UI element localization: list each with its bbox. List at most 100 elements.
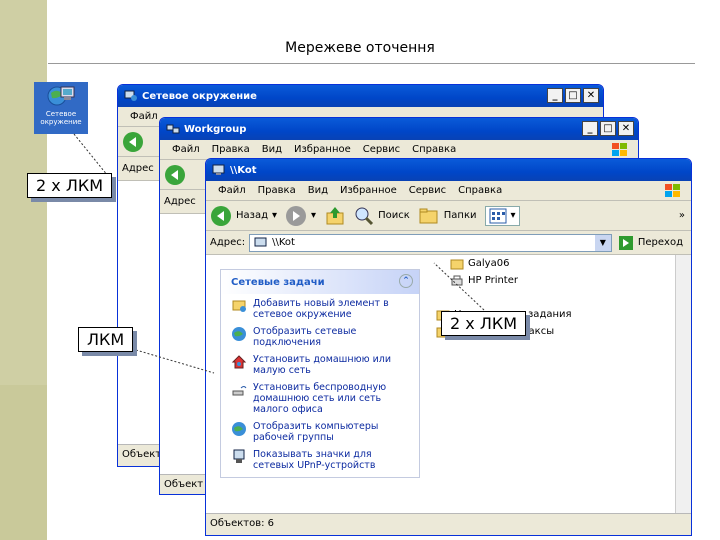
workgroup-icon <box>166 124 180 134</box>
menu-view[interactable]: Вид <box>302 185 334 196</box>
toolbar: Назад ▾ ▾ Поиск Папки ▾ » <box>206 201 691 231</box>
window-controls: _ □ ✕ <box>547 88 599 103</box>
minimize-button[interactable]: _ <box>582 121 598 136</box>
status-text: Объект <box>164 479 204 490</box>
computer-icon <box>212 164 225 175</box>
address-bar: Адрес: \\Kot ▼ Переход <box>206 231 691 255</box>
status-bar: Объектов: 6 <box>206 513 691 533</box>
callout-double-click-kot: 2 х ЛКМ <box>441 311 527 336</box>
list-item[interactable]: Galya06 <box>436 255 572 272</box>
item-label: HP Printer <box>468 275 518 286</box>
up-folder-icon <box>326 206 344 224</box>
chevron-down-icon: ▾ <box>272 210 278 221</box>
wireless-network-icon <box>232 386 247 396</box>
menu-help[interactable]: Справка <box>452 185 508 196</box>
address-label: Адрес <box>164 196 196 207</box>
back-button[interactable]: Назад ▾ <box>210 205 277 227</box>
status-text: Объектов: 6 <box>210 518 275 529</box>
task-item[interactable]: Добавить новый элемент в сетевое окружен… <box>221 294 419 322</box>
task-item[interactable]: Установить домашнюю или малую сеть <box>221 350 419 378</box>
up-folder-button[interactable] <box>324 205 346 227</box>
menu-tools[interactable]: Сервис <box>357 144 406 155</box>
menu-edit[interactable]: Правка <box>206 144 256 155</box>
task-item[interactable]: Отобразить компьютеры рабочей группы <box>221 417 419 445</box>
item-label: Galya06 <box>468 258 510 269</box>
vertical-scrollbar[interactable] <box>675 255 691 513</box>
menu-edit[interactable]: Правка <box>252 185 302 196</box>
back-arrow-icon[interactable] <box>164 164 186 186</box>
close-button[interactable]: ✕ <box>583 88 599 103</box>
slide-left-bar-bottom <box>0 385 47 540</box>
search-icon <box>355 207 374 225</box>
printer-icon <box>451 275 463 285</box>
windows-logo-icon <box>665 184 680 197</box>
task-item[interactable]: Показывать значки для сетевых UPnP-устро… <box>221 445 419 477</box>
network-icon <box>124 90 137 101</box>
views-button[interactable]: ▾ <box>484 205 520 226</box>
window-title: Сетевое окружение <box>142 90 257 102</box>
task-label: Установить домашнюю или малую сеть <box>253 354 392 376</box>
list-item[interactable]: HP Printer <box>436 272 572 289</box>
task-label: Отобразить сетевые подключения <box>253 326 357 348</box>
task-item[interactable]: Отобразить сетевые подключения <box>221 322 419 350</box>
toolbar-overflow-icon[interactable]: » <box>679 210 685 221</box>
status-text: Объект <box>122 449 162 460</box>
desktop-icon-label: Сетевое окружение <box>40 110 82 126</box>
window-titlebar[interactable]: Workgroup _ □ ✕ <box>160 118 638 140</box>
forward-arrow-icon <box>286 205 307 226</box>
address-label: Адрес: <box>210 237 246 248</box>
slide-title: Мережеве оточення <box>285 40 435 56</box>
back-arrow-icon[interactable] <box>122 131 144 153</box>
menu-view[interactable]: Вид <box>256 144 288 155</box>
address-dropdown-button[interactable]: ▼ <box>594 234 611 251</box>
menu-tools[interactable]: Сервис <box>403 185 452 196</box>
network-places-icon <box>47 86 75 106</box>
go-button[interactable]: Переход <box>618 235 683 251</box>
task-label: Отобразить компьютеры рабочей группы <box>253 421 379 443</box>
back-arrow-icon <box>211 205 231 226</box>
address-value: \\Kot <box>272 237 295 248</box>
content-area: Сетевые задачи ⌃ Добавить новый элемент … <box>206 255 691 513</box>
folders-button[interactable]: Папки <box>418 206 477 226</box>
back-label: Назад <box>236 210 269 221</box>
connector-line <box>73 133 109 177</box>
address-input[interactable]: \\Kot ▼ <box>249 233 612 252</box>
window-titlebar[interactable]: \\Kot <box>206 159 691 181</box>
address-label: Адрес <box>122 163 154 174</box>
folders-label: Папки <box>443 210 477 221</box>
maximize-button[interactable]: □ <box>565 88 581 103</box>
shared-folder-icon <box>450 259 464 269</box>
window-kot[interactable]: \\Kot Файл Правка Вид Избранное Сервис С… <box>205 158 692 536</box>
network-connections-icon <box>232 327 246 341</box>
title-divider <box>48 63 695 64</box>
minimize-button[interactable]: _ <box>547 88 563 103</box>
computer-icon <box>254 237 267 246</box>
folders-icon <box>419 208 438 223</box>
list-gap <box>436 289 572 306</box>
menu-file[interactable]: Файл <box>124 111 164 122</box>
desktop-network-icon[interactable]: Сетевое окружение <box>34 82 88 134</box>
tasks-header[interactable]: Сетевые задачи ⌃ <box>221 270 419 294</box>
windows-logo-icon <box>612 143 627 156</box>
chevron-down-icon: ▾ <box>311 210 317 221</box>
search-button[interactable]: Поиск <box>354 206 410 226</box>
window-title: \\Kot <box>230 164 257 176</box>
task-item[interactable]: Установить беспроводную домашнюю сеть ил… <box>221 378 419 417</box>
menu-help[interactable]: Справка <box>406 144 462 155</box>
menu-file[interactable]: Файл <box>212 185 252 196</box>
menu-file[interactable]: Файл <box>166 144 206 155</box>
go-arrow-icon <box>618 235 633 250</box>
callout-double-click-desktop: 2 х ЛКМ <box>27 173 113 198</box>
workgroup-computers-icon <box>232 422 246 436</box>
chevron-down-icon: ▾ <box>510 210 516 221</box>
close-button[interactable]: ✕ <box>618 121 634 136</box>
menu-favorites[interactable]: Избранное <box>288 144 357 155</box>
maximize-button[interactable]: □ <box>600 121 616 136</box>
menu-favorites[interactable]: Избранное <box>334 185 403 196</box>
window-titlebar[interactable]: Сетевое окружение _ □ ✕ <box>118 85 603 107</box>
forward-button[interactable]: ▾ <box>285 205 316 227</box>
menu-bar: Файл Правка Вид Избранное Сервис Справка <box>206 181 691 201</box>
callout-click-workgroup: ЛКМ <box>78 327 134 352</box>
task-label: Установить беспроводную домашнюю сеть ил… <box>253 382 387 415</box>
collapse-icon[interactable]: ⌃ <box>399 274 413 288</box>
